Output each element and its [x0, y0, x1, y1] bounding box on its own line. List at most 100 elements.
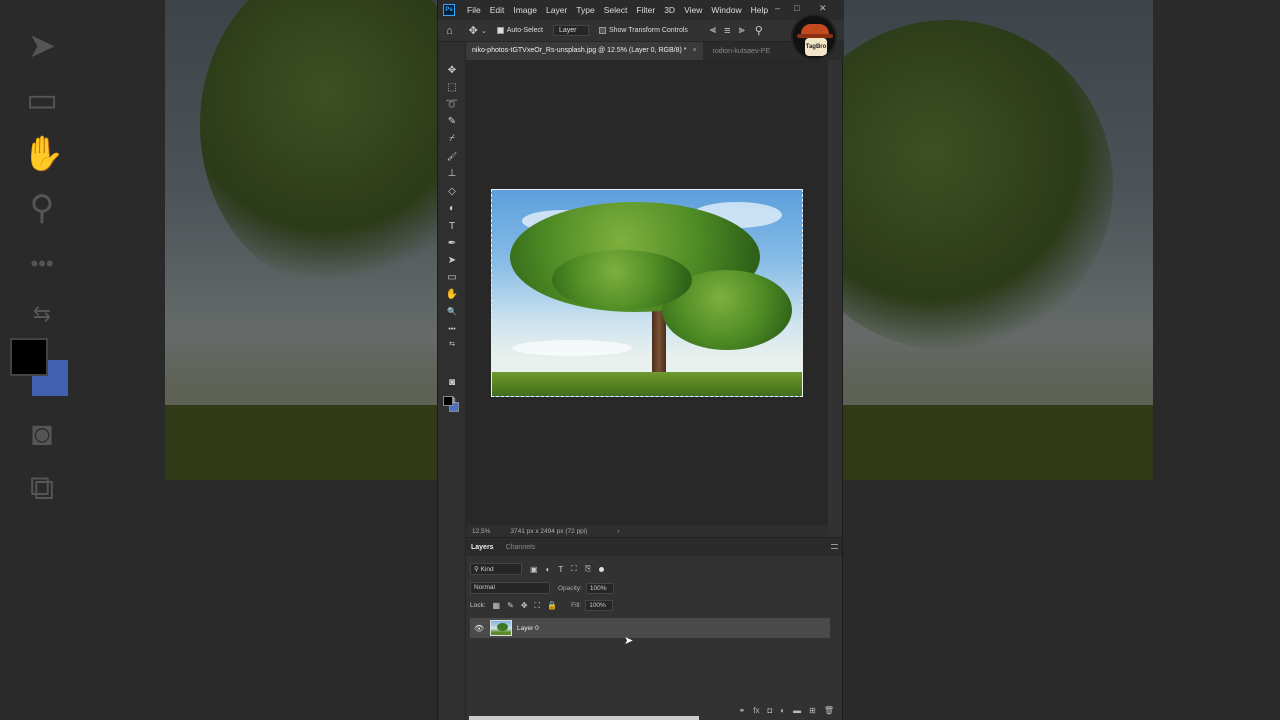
swap-colors-icon[interactable]: ⇆	[444, 338, 460, 352]
brush-icon[interactable]: 🖌	[444, 150, 460, 164]
canvas-area[interactable]	[466, 60, 828, 525]
menu-filter[interactable]: Filter	[636, 5, 655, 15]
minimize-button[interactable]: –	[775, 3, 780, 13]
rectangle-icon[interactable]: ▭	[444, 271, 460, 285]
lasso-icon[interactable]: ➰	[444, 98, 460, 112]
eye-icon[interactable]: 👁	[474, 624, 484, 633]
ghost-more-icon: •••	[30, 251, 54, 276]
filter-adjustment-icon[interactable]: ◐	[546, 565, 551, 574]
move-tool-preset-icon[interactable]: ✥	[469, 24, 478, 37]
document-dimensions: 3741 px x 2494 px (72 ppi)	[510, 527, 588, 535]
blend-row: Normal Opacity: 100%	[470, 582, 614, 594]
tab-channels[interactable]: Channels	[506, 544, 536, 551]
marquee-icon[interactable]: ⬚	[444, 81, 460, 95]
lock-all-icon[interactable]: 🔒	[547, 601, 557, 610]
avatar-text: TagBro	[805, 38, 827, 56]
menu-edit[interactable]: Edit	[490, 5, 505, 15]
filter-smart-object-icon[interactable]: ⎘	[585, 564, 591, 574]
lock-transparent-icon[interactable]: ▦	[493, 601, 501, 610]
status-bar: 12.5% 3741 px x 2494 px (72 ppi) ›	[466, 525, 828, 537]
align-right-icon[interactable]: ⫸	[739, 24, 745, 37]
menu-help[interactable]: Help	[751, 5, 768, 15]
zoom-level[interactable]: 12.5%	[472, 528, 490, 535]
move-icon[interactable]: ✥	[444, 64, 460, 78]
stamp-icon[interactable]: ⊥	[444, 167, 460, 181]
menu-layer[interactable]: Layer	[546, 5, 567, 15]
menu-window[interactable]: Window	[711, 5, 741, 15]
align-center-icon[interactable]: ≡	[724, 25, 730, 37]
auto-select-check[interactable]	[496, 27, 504, 34]
menu-type[interactable]: Type	[576, 5, 594, 15]
menu-3d[interactable]: 3D	[664, 5, 675, 15]
zoom-icon[interactable]: 🔍	[444, 305, 460, 319]
quick-select-icon[interactable]: ✎	[444, 115, 460, 129]
panel-menu-icon[interactable]	[831, 544, 838, 549]
eyedropper-icon[interactable]: ⌿	[444, 132, 460, 146]
chevron-down-icon[interactable]: ⌄	[481, 27, 487, 35]
ghost-rectangle-icon: ▭	[25, 81, 59, 119]
opacity-label: Opacity:	[558, 584, 582, 592]
quick-mask-icon[interactable]: ◙	[444, 376, 460, 390]
ghost-hand-icon: ✋	[22, 135, 65, 173]
pen-icon[interactable]: ✒	[444, 237, 460, 251]
image-cloud	[512, 340, 632, 356]
type-icon[interactable]: T	[444, 220, 460, 234]
options-bar: ⌂ ✥ ⌄ Auto-Select Layer Show Transform C…	[438, 20, 844, 42]
tab-document-inactive[interactable]: rodion-kutsaev-PE	[713, 48, 771, 55]
horizontal-scrollbar[interactable]	[469, 716, 699, 720]
menu-file[interactable]: File	[467, 5, 481, 15]
filter-pixel-icon[interactable]: ▣	[530, 565, 538, 574]
ghost-swap-icon: ⇆	[32, 301, 52, 326]
adjustment-layer-icon[interactable]: ◐	[780, 706, 785, 715]
home-icon[interactable]: ⌂	[446, 25, 453, 37]
tools-panel: ✥ ⬚ ➰ ✎ ⌿ 🖌 ⊥ ◇ ◐ T ✒ ➤ ▭ ✋ 🔍 ••• ⇆ ◙ ⧉	[438, 42, 466, 720]
layer-style-icon[interactable]: fx	[753, 706, 759, 715]
align-left-icon[interactable]: ⫷	[710, 24, 716, 37]
filter-toggle-icon[interactable]	[599, 566, 605, 572]
opacity-input[interactable]: 100%	[585, 582, 614, 594]
show-transform-check[interactable]	[598, 27, 606, 34]
lock-pixels-icon[interactable]: ✎	[507, 601, 514, 610]
layer-row[interactable]: 👁 Layer 0	[470, 618, 830, 638]
foreground-color-swatch[interactable]	[443, 396, 453, 406]
document-image[interactable]	[491, 189, 803, 397]
blend-mode-dropdown[interactable]: Normal	[470, 582, 550, 594]
screen: ➤ ▭ ✋ ⚲ ••• ⇆ ◙ ⧉ Ps File Edit Image Lay…	[0, 0, 1280, 720]
add-mask-icon[interactable]: ◘	[767, 706, 772, 715]
show-transform-label: Show Transform Controls	[608, 27, 688, 34]
menu-view[interactable]: View	[684, 5, 702, 15]
auto-select-target-dropdown[interactable]: Layer	[552, 25, 589, 36]
menu-image[interactable]: Image	[513, 5, 537, 15]
new-layer-icon[interactable]: ⊞	[809, 706, 816, 715]
tab-close-icon[interactable]: ×	[692, 47, 696, 54]
lock-artboard-icon[interactable]: ⛶	[535, 601, 541, 611]
image-grass	[492, 372, 802, 396]
search-icon[interactable]: ⚲	[755, 24, 763, 37]
show-transform-checkbox[interactable]: Show Transform Controls	[598, 27, 688, 34]
layer-name[interactable]: Layer 0	[517, 625, 539, 632]
tab-document-active[interactable]: niko-photos-tGTVxeOr_Rs-unsplash.jpg @ 1…	[466, 42, 703, 60]
new-group-icon[interactable]: ▬	[793, 706, 801, 715]
hand-icon[interactable]: ✋	[444, 288, 460, 302]
more-tools-icon[interactable]: •••	[444, 323, 460, 337]
fill-input[interactable]: 100%	[585, 600, 614, 611]
filter-type-icon[interactable]: T	[558, 565, 563, 574]
filter-kind-dropdown[interactable]: ⚲ Kind	[470, 563, 522, 575]
menu-select[interactable]: Select	[604, 5, 628, 15]
lock-position-icon[interactable]: ✥	[521, 601, 528, 610]
delete-layer-icon[interactable]: 🗑	[824, 706, 834, 715]
filter-shape-icon[interactable]: ⛶	[571, 564, 577, 574]
auto-select-checkbox[interactable]: Auto-Select	[496, 27, 543, 34]
background-grass-right	[843, 405, 1153, 480]
maximize-button[interactable]: □	[794, 3, 799, 13]
close-button[interactable]: ✕	[819, 3, 827, 14]
tab-layers[interactable]: Layers	[471, 544, 494, 551]
photoshop-window: Ps File Edit Image Layer Type Select Fil…	[437, 0, 844, 720]
path-select-icon[interactable]: ➤	[444, 254, 460, 268]
eraser-icon[interactable]: ◇	[444, 185, 460, 199]
fill-label: Fill:	[571, 602, 582, 609]
link-layers-icon[interactable]: ⚭	[739, 706, 746, 715]
ghost-screenmode-icon: ⧉	[29, 469, 55, 507]
gradient-icon[interactable]: ◐	[444, 202, 460, 216]
status-arrow-icon[interactable]: ›	[617, 528, 619, 535]
